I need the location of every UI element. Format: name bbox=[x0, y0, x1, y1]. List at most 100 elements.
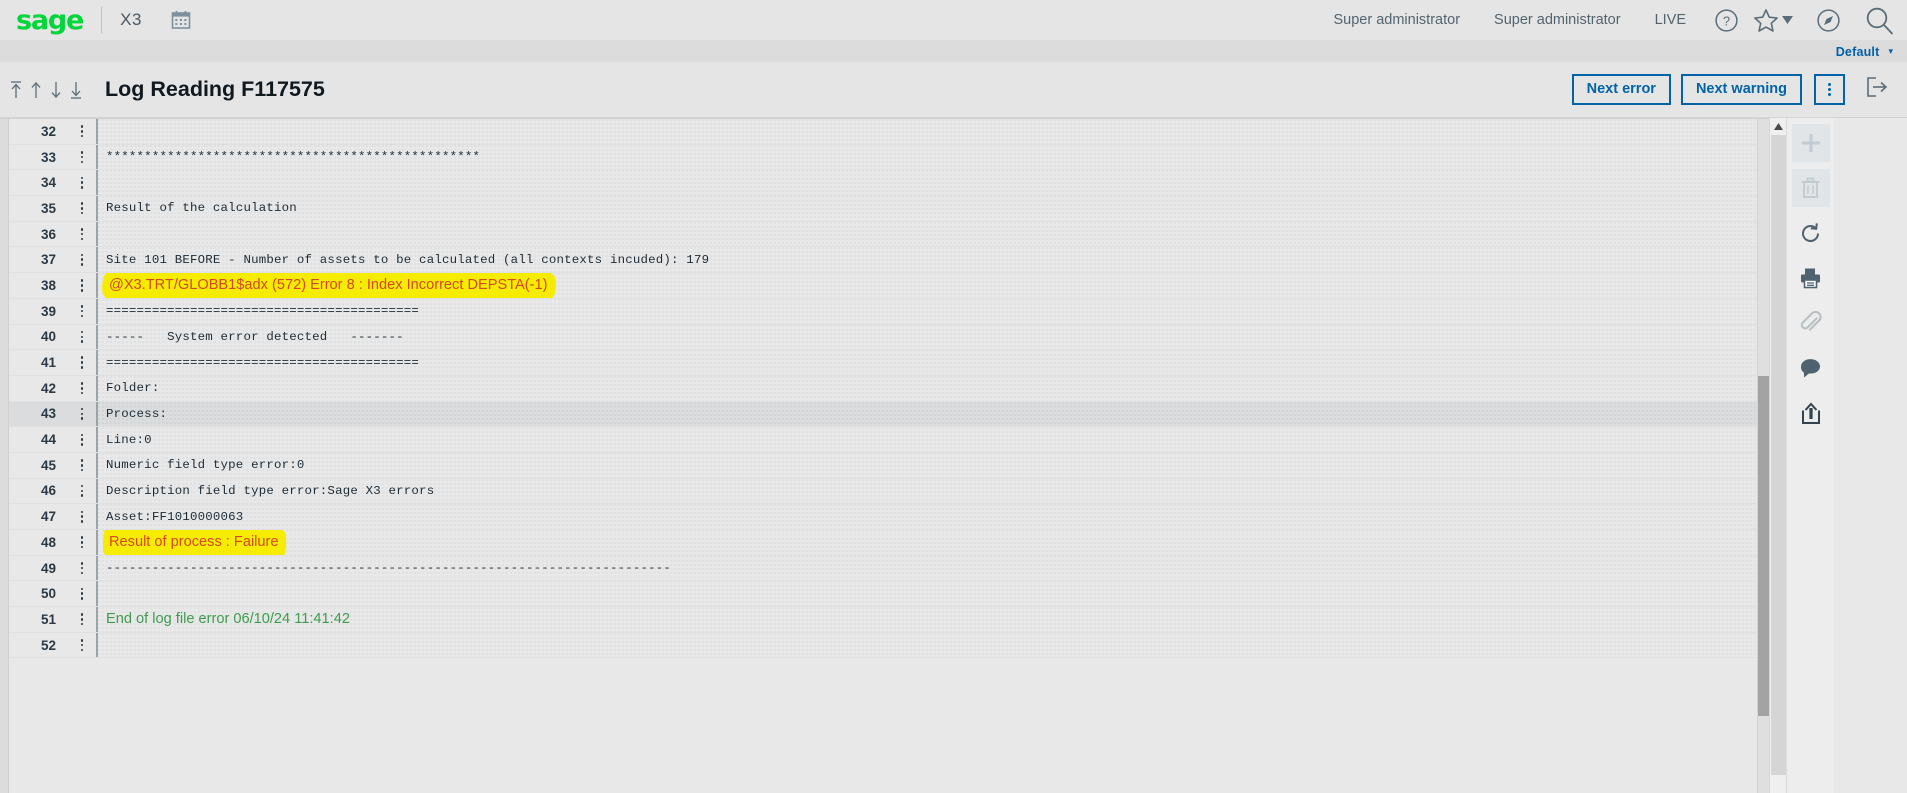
row-actions-icon[interactable] bbox=[68, 325, 96, 350]
export-icon[interactable] bbox=[1792, 394, 1830, 432]
log-line-text-cell[interactable]: Asset:FF1010000063 bbox=[96, 504, 1757, 529]
log-row[interactable]: 37 Site 101 BEFORE - Number of assets to … bbox=[0, 247, 1757, 274]
log-row[interactable]: 39 ======================================… bbox=[0, 298, 1757, 325]
attachment-icon[interactable] bbox=[1792, 304, 1830, 342]
first-record-icon[interactable] bbox=[7, 75, 25, 105]
log-line-text-cell[interactable]: Folder: bbox=[96, 375, 1757, 401]
log-row[interactable]: 38 @X3.TRT/GLOBB1$adx (572) Error 8 : Ind… bbox=[0, 273, 1757, 299]
last-record-icon[interactable] bbox=[67, 75, 85, 105]
log-line-text-cell[interactable]: ========================================… bbox=[96, 350, 1757, 375]
log-row[interactable]: 44 Line:0 bbox=[0, 427, 1757, 453]
log-line-text-cell[interactable] bbox=[96, 170, 1757, 196]
product-name[interactable]: X3 bbox=[120, 10, 142, 30]
row-actions-icon[interactable] bbox=[68, 453, 96, 478]
next-error-button[interactable]: Next error bbox=[1571, 74, 1671, 105]
sage-logo[interactable]: sage bbox=[16, 7, 84, 34]
log-row[interactable]: 36 bbox=[0, 221, 1757, 248]
row-actions-icon[interactable] bbox=[68, 607, 96, 632]
environment-label[interactable]: LIVE bbox=[1638, 12, 1703, 28]
row-actions-icon[interactable] bbox=[68, 504, 96, 529]
help-icon[interactable]: ? bbox=[1703, 0, 1749, 41]
page-vertical-scrollbar[interactable] bbox=[1769, 118, 1786, 793]
row-actions-icon[interactable] bbox=[68, 299, 96, 324]
comment-icon[interactable] bbox=[1792, 349, 1830, 387]
row-actions-icon[interactable] bbox=[68, 556, 96, 581]
row-actions-icon[interactable] bbox=[68, 170, 96, 195]
log-line-text-cell[interactable] bbox=[96, 119, 1757, 144]
row-actions-icon[interactable] bbox=[68, 222, 96, 247]
log-line-text: End of log file error 06/10/24 11:41:42 bbox=[106, 611, 350, 628]
log-line-text: Site 101 BEFORE - Number of assets to be… bbox=[106, 252, 710, 267]
log-line-text-cell[interactable] bbox=[96, 581, 1757, 607]
log-line-text-cell[interactable]: ========================================… bbox=[96, 298, 1757, 324]
log-line-text-cell[interactable] bbox=[96, 221, 1757, 247]
log-line-text: Result of the calculation bbox=[106, 201, 297, 216]
log-line-text-cell[interactable]: ----- System error detected ------- bbox=[96, 324, 1757, 350]
log-line-text-cell[interactable]: ----------------------------------------… bbox=[96, 555, 1757, 581]
calendar-icon[interactable] bbox=[171, 10, 191, 30]
log-row[interactable]: 45 Numeric field type error:0 bbox=[0, 452, 1757, 479]
more-actions-button[interactable] bbox=[1814, 74, 1845, 105]
print-icon[interactable] bbox=[1792, 259, 1830, 297]
exit-icon[interactable] bbox=[1865, 76, 1889, 103]
view-chevron-down-icon[interactable]: ▾ bbox=[1888, 46, 1893, 57]
log-line-text-cell[interactable]: Process: bbox=[96, 401, 1757, 427]
log-row[interactable]: 52 bbox=[0, 632, 1757, 659]
log-row[interactable]: 43 Process: bbox=[0, 401, 1757, 428]
log-row[interactable]: 46 Description field type error:Sage X3 e… bbox=[0, 478, 1757, 505]
log-row[interactable]: 42 Folder: bbox=[0, 375, 1757, 402]
log-line-text-cell[interactable]: Site 101 BEFORE - Number of assets to be… bbox=[96, 247, 1757, 273]
log-row[interactable]: 33 **************************************… bbox=[0, 144, 1757, 171]
log-line-text-cell[interactable]: Result of process : Failure bbox=[96, 530, 1757, 555]
page-scrollbar-thumb[interactable] bbox=[1771, 135, 1786, 775]
row-actions-icon[interactable] bbox=[68, 376, 96, 401]
user-secondary[interactable]: Super administrator bbox=[1477, 12, 1638, 28]
log-row[interactable]: 48 Result of process : Failure bbox=[0, 530, 1757, 556]
log-row[interactable]: 41 ======================================… bbox=[0, 350, 1757, 376]
previous-record-icon[interactable] bbox=[27, 75, 45, 105]
compass-icon[interactable] bbox=[1805, 0, 1851, 41]
row-actions-icon[interactable] bbox=[68, 247, 96, 272]
log-line-text-cell[interactable]: @X3.TRT/GLOBB1$adx (572) Error 8 : Index… bbox=[96, 273, 1757, 298]
row-actions-icon[interactable] bbox=[68, 427, 96, 452]
log-line-text-cell[interactable]: Description field type error:Sage X3 err… bbox=[96, 478, 1757, 504]
search-icon[interactable] bbox=[1851, 0, 1907, 41]
refresh-icon[interactable] bbox=[1792, 214, 1830, 252]
row-actions-icon[interactable] bbox=[68, 196, 96, 221]
line-number: 51 bbox=[40, 611, 56, 627]
log-row[interactable]: 50 bbox=[0, 581, 1757, 608]
row-actions-icon[interactable] bbox=[68, 402, 96, 427]
current-view-label[interactable]: Default bbox=[1836, 45, 1880, 59]
row-actions-icon[interactable] bbox=[68, 479, 96, 504]
log-scrollbar-thumb[interactable] bbox=[1758, 376, 1769, 716]
log-row[interactable]: 49 --------------------------------------… bbox=[0, 555, 1757, 582]
log-row[interactable]: 34 bbox=[0, 170, 1757, 197]
log-row[interactable]: 51 End of log file error 06/10/24 11:41:4… bbox=[0, 607, 1757, 633]
log-row[interactable]: 40 ----- System error detected ------- bbox=[0, 324, 1757, 351]
next-warning-button[interactable]: Next warning bbox=[1680, 74, 1802, 105]
row-actions-icon[interactable] bbox=[68, 633, 96, 658]
user-primary[interactable]: Super administrator bbox=[1317, 12, 1478, 28]
row-actions-icon[interactable] bbox=[68, 119, 96, 144]
row-actions-icon[interactable] bbox=[68, 581, 96, 606]
log-row[interactable]: 35 Result of the calculation bbox=[0, 196, 1757, 222]
log-row[interactable]: 32 bbox=[0, 119, 1757, 145]
log-vertical-scrollbar[interactable] bbox=[1757, 119, 1769, 793]
line-number: 42 bbox=[40, 380, 56, 396]
row-actions-icon[interactable] bbox=[68, 350, 96, 375]
log-line-text-cell[interactable] bbox=[96, 632, 1757, 658]
line-number: 48 bbox=[40, 534, 56, 550]
chevron-down-icon[interactable] bbox=[1777, 0, 1797, 41]
log-line-text-cell[interactable]: End of log file error 06/10/24 11:41:42 bbox=[96, 607, 1757, 632]
row-actions-icon[interactable] bbox=[68, 145, 96, 170]
delete-icon bbox=[1791, 169, 1830, 207]
log-line-text-cell[interactable]: Result of the calculation bbox=[96, 196, 1757, 221]
next-record-icon[interactable] bbox=[47, 75, 65, 105]
row-actions-icon[interactable] bbox=[68, 273, 96, 298]
row-actions-icon[interactable] bbox=[68, 530, 96, 555]
scroll-up-arrow-icon[interactable] bbox=[1770, 118, 1787, 135]
log-row[interactable]: 47 Asset:FF1010000063 bbox=[0, 504, 1757, 530]
log-line-text-cell[interactable]: ****************************************… bbox=[96, 144, 1757, 170]
log-line-text-cell[interactable]: Numeric field type error:0 bbox=[96, 452, 1757, 478]
log-line-text-cell[interactable]: Line:0 bbox=[96, 427, 1757, 452]
